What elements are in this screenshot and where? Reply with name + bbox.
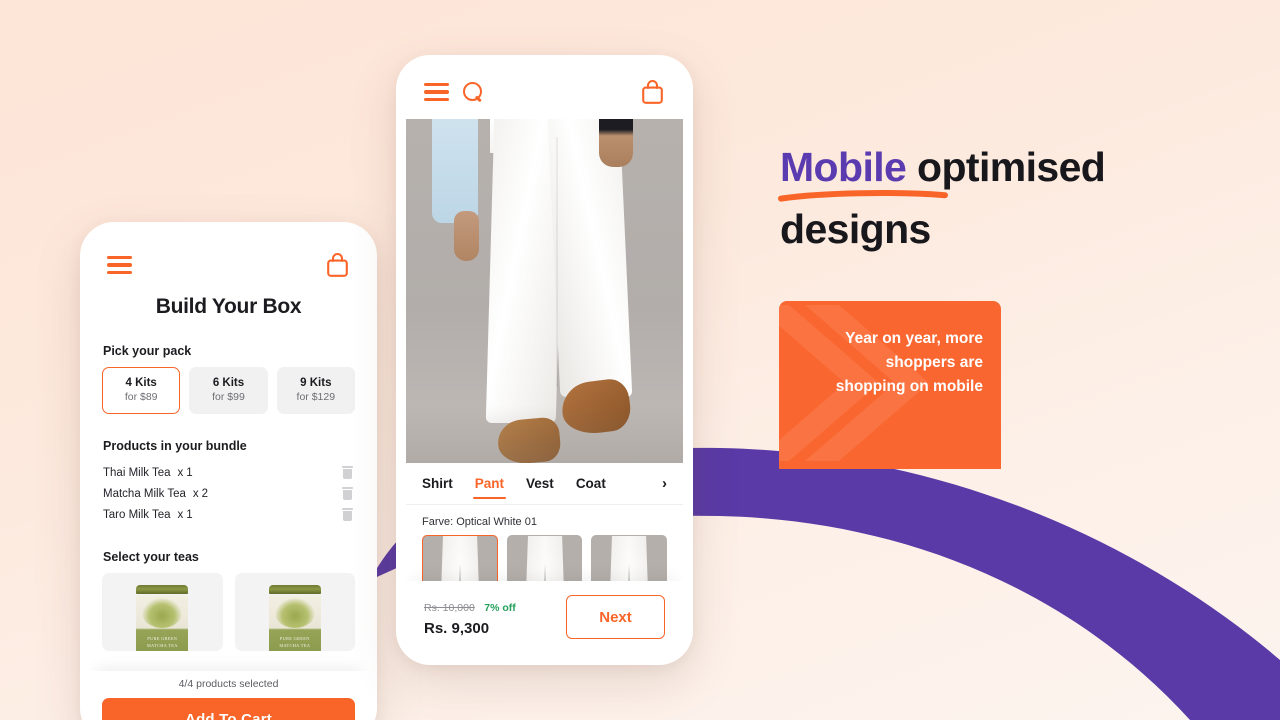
left-phone-mockup: Build Your Box Pick your pack 4 Kits for… bbox=[80, 222, 377, 720]
promo-slide: Build Your Box Pick your pack 4 Kits for… bbox=[0, 0, 1280, 720]
callout-line-3: shopping on mobile bbox=[835, 378, 983, 396]
multiply-sign: x bbox=[192, 487, 199, 500]
list-item: Matcha Milk Tea x 2 bbox=[102, 483, 355, 504]
tin-label-line2: MATCHA TEA bbox=[279, 643, 311, 648]
bundle-item-name: Taro Milk Tea bbox=[103, 508, 171, 521]
discount-badge: 7% off bbox=[484, 601, 516, 614]
bundle-item-text: Matcha Milk Tea x 2 bbox=[103, 488, 208, 500]
variant-label: Farve: Optical White 01 bbox=[422, 516, 537, 528]
shopping-bag-icon[interactable] bbox=[325, 252, 350, 278]
category-tabs: Shirt Pant Vest Coat › bbox=[406, 463, 683, 505]
tin-label-line2: MATCHA TEA bbox=[146, 643, 178, 648]
bundle-heading: Products in your bundle bbox=[103, 439, 247, 453]
bundle-item-qty: 1 bbox=[186, 466, 193, 479]
multiply-sign: x bbox=[177, 466, 184, 479]
multiply-sign: x bbox=[177, 508, 184, 521]
tea-tin-image: PURE GREEN MATCHA TEA bbox=[268, 585, 321, 651]
hamburger-icon[interactable] bbox=[107, 256, 132, 274]
shopping-bag-icon[interactable] bbox=[640, 79, 665, 105]
bundle-item-name: Matcha Milk Tea bbox=[103, 487, 186, 500]
left-phone-footer: 4/4 products selected Add To Cart bbox=[90, 671, 367, 720]
tea-tin-image: PURE GREEN MATCHA TEA bbox=[136, 585, 189, 651]
pack-price: for $99 bbox=[212, 391, 245, 403]
tin-label-line1: PURE GREEN bbox=[279, 636, 310, 641]
center-phone-mockup: Shirt Pant Vest Coat › Farve: Optical Wh… bbox=[396, 55, 693, 665]
next-button[interactable]: Next bbox=[566, 595, 665, 639]
original-price: Rs. 10,000 bbox=[424, 601, 475, 614]
callout-line-1: Year on year, more bbox=[845, 330, 983, 347]
hamburger-icon[interactable] bbox=[424, 83, 449, 101]
bundle-item-text: Taro Milk Tea x 1 bbox=[103, 509, 193, 521]
tin-label-line1: PURE GREEN bbox=[147, 636, 178, 641]
pack-options: 4 Kits for $89 6 Kits for $99 9 Kits for… bbox=[102, 367, 355, 414]
tea-card-list: PURE GREEN MATCHA TEA PURE GREEN MATCHA … bbox=[102, 573, 355, 651]
pick-pack-heading: Pick your pack bbox=[103, 344, 192, 358]
trash-icon[interactable] bbox=[342, 487, 353, 500]
left-phone-screen: Build Your Box Pick your pack 4 Kits for… bbox=[90, 232, 367, 720]
pack-price: for $89 bbox=[124, 391, 158, 403]
product-hero-image[interactable] bbox=[406, 119, 683, 463]
bundle-item-name: Thai Milk Tea bbox=[103, 466, 171, 479]
chevron-right-icon[interactable]: › bbox=[662, 475, 667, 492]
pack-option-9-kits[interactable]: 9 Kits for $129 bbox=[276, 367, 355, 414]
pack-name: 4 Kits bbox=[125, 377, 157, 389]
pack-option-6-kits[interactable]: 6 Kits for $99 bbox=[189, 367, 268, 414]
bundle-list: Thai Milk Tea x 1 Matcha Milk Tea x 2 Taro M… bbox=[102, 462, 355, 525]
products-selected-count: 4/4 products selected bbox=[178, 678, 279, 690]
headline-accent-word: Mobile bbox=[780, 144, 907, 190]
callout-text: Year on year, more shoppers are shopping… bbox=[793, 327, 983, 399]
price-block: Rs. 10,000 7% off Rs. 9,300 bbox=[424, 598, 516, 637]
tab-coat[interactable]: Coat bbox=[576, 465, 606, 502]
headline-line2: designs bbox=[780, 206, 931, 253]
left-phone-topbar bbox=[102, 232, 355, 278]
bundle-item-text: Thai Milk Tea x 1 bbox=[103, 467, 193, 479]
bundle-item-qty: 2 bbox=[201, 487, 209, 500]
pack-name: 9 Kits bbox=[300, 377, 332, 389]
trash-icon[interactable] bbox=[342, 508, 353, 521]
pack-option-4-kits[interactable]: 4 Kits for $89 bbox=[102, 367, 181, 414]
price-row: Rs. 10,000 7% off bbox=[424, 598, 516, 616]
center-phone-footer: Rs. 10,000 7% off Rs. 9,300 Next bbox=[406, 581, 683, 655]
search-icon[interactable] bbox=[463, 81, 484, 103]
tea-card[interactable]: PURE GREEN MATCHA TEA bbox=[234, 573, 355, 651]
tab-vest[interactable]: Vest bbox=[526, 465, 554, 502]
bundle-item-qty: 1 bbox=[186, 508, 193, 521]
add-to-cart-button[interactable]: Add To Cart bbox=[102, 698, 355, 720]
current-price: Rs. 9,300 bbox=[424, 619, 490, 637]
list-item: Thai Milk Tea x 1 bbox=[102, 462, 355, 483]
center-phone-screen: Shirt Pant Vest Coat › Farve: Optical Wh… bbox=[406, 65, 683, 655]
tea-card[interactable]: PURE GREEN MATCHA TEA bbox=[102, 573, 223, 651]
list-item: Taro Milk Tea x 1 bbox=[102, 504, 355, 525]
tab-pant[interactable]: Pant bbox=[472, 465, 507, 502]
page-title: Build Your Box bbox=[155, 295, 302, 318]
headline-rest: optimised bbox=[906, 144, 1106, 190]
trash-icon[interactable] bbox=[342, 466, 353, 479]
underline-stroke-icon bbox=[778, 190, 948, 202]
callout-line-2: shoppers are bbox=[885, 354, 983, 372]
tab-shirt[interactable]: Shirt bbox=[422, 465, 453, 502]
center-phone-topbar bbox=[406, 65, 683, 119]
topbar-left-icons bbox=[424, 81, 484, 103]
stat-callout-card: Year on year, more shoppers are shopping… bbox=[779, 301, 1001, 469]
pack-price: for $129 bbox=[296, 391, 336, 403]
pack-name: 6 Kits bbox=[212, 377, 245, 389]
select-teas-heading: Select your teas bbox=[103, 550, 199, 564]
